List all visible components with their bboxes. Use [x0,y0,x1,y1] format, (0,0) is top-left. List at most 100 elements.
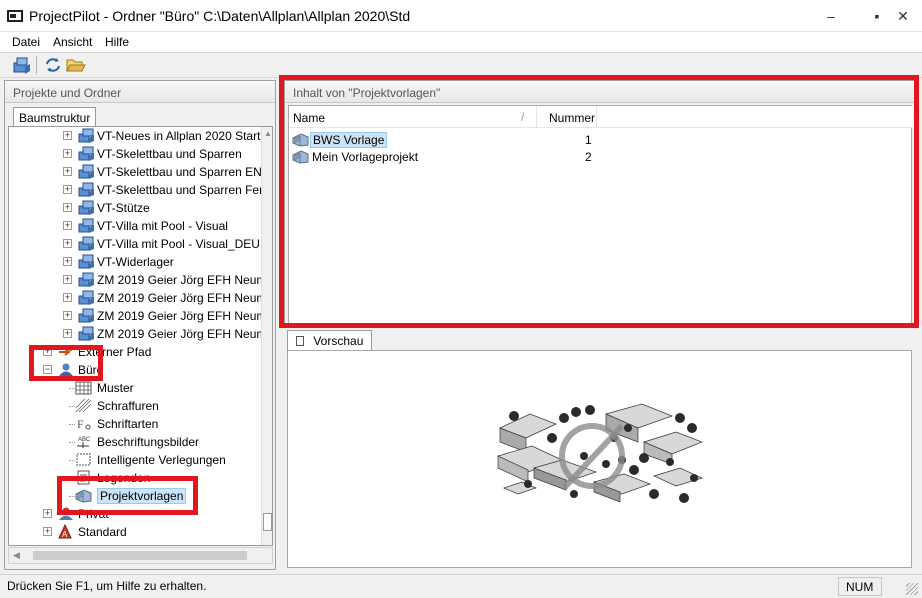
refresh-icon [46,58,60,72]
menu-hilfe[interactable]: Hilfe [105,35,129,49]
tree-item-label: VT-Widerlager [97,255,174,269]
tree-item[interactable]: + ZM 2019 Geier Jörg EFH Neum [9,307,266,325]
tree-item[interactable]: + VT-Widerlager [9,253,259,271]
window-title: ProjectPilot - Ordner "Büro" C:\Daten\Al… [29,8,411,24]
open-folder-button[interactable] [64,55,86,75]
preview-panel: Vorschau [284,329,916,570]
project-icon [13,57,30,74]
menu-ansicht[interactable]: Ansicht [53,35,92,49]
num-lock-indicator: NUM [838,577,882,596]
tree-item[interactable]: Schraffuren [9,397,259,415]
resize-grip-icon[interactable] [906,583,918,595]
project-icon [78,146,94,161]
project-icon [78,254,94,269]
horizontal-scroll-thumb[interactable] [33,551,247,560]
tree-item-label: Intelligente Verlegungen [97,453,226,467]
highlight-projektvorlagen [57,476,198,515]
project-icon [78,308,94,323]
tree-item-label: VT-Stütze [97,201,150,215]
tree-item-label: Schraffuren [97,399,159,413]
project-icon [78,164,94,179]
tree-item-label: Standard [78,525,127,539]
expand-icon[interactable]: + [63,329,72,338]
project-icon [78,182,94,197]
tree-item[interactable]: + VT-Stütze [9,199,259,217]
tree-item-label: VT-Villa mit Pool - Visual_DEU [97,237,260,251]
tab-vorschau[interactable]: Vorschau [287,330,373,351]
label-picture-icon: ABC [77,437,91,448]
pattern-icon [75,381,92,395]
tree-item-label: VT-Skelettbau und Sparren [97,147,242,161]
app-icon [7,10,23,22]
svg-text:F: F [77,417,84,431]
tree-item-label: ZM 2019 Geier Jörg EFH Neum [97,273,267,287]
tree-item-label: VT-Skelettbau und Sparren EN [97,165,262,179]
tree-item-label: ZM 2019 Geier Jörg EFH Neum [97,327,267,341]
maximize-button[interactable]: ▪ [866,6,888,26]
page-icon [296,336,304,346]
close-button[interactable]: ✕ [892,6,914,26]
expand-icon[interactable]: + [63,203,72,212]
project-icon [78,290,94,305]
tree-horizontal-scrollbar[interactable]: ◀ [8,547,273,564]
tree-item[interactable]: + A Standard [9,523,259,541]
smart-layout-icon [76,453,91,466]
expand-icon[interactable]: + [63,275,72,284]
tab-baumstruktur[interactable]: Baumstruktur [13,107,97,127]
project-icon [78,272,94,287]
tree-item[interactable]: + VT-Villa mit Pool - Visual_DEU [9,235,260,253]
standard-icon: A [58,524,72,539]
tree-item-label: ZM 2019 Geier Jörg EFH Neum [97,309,267,323]
scroll-left-arrow[interactable]: ◀ [13,550,20,561]
tree-item[interactable]: + ZM 2019 Geier Jörg EFH Neum [9,271,266,289]
expand-icon[interactable]: + [63,311,72,320]
tree-item[interactable]: F Schriftarten [9,415,259,433]
scroll-up-arrow[interactable]: ▲ [264,129,272,138]
tree-item[interactable]: + VT-Skelettbau und Sparren EN [9,163,262,181]
expand-icon[interactable]: + [63,257,72,266]
tree-item[interactable]: Muster [9,379,259,397]
tree-item[interactable]: + VT-Villa mit Pool - Visual [9,217,259,235]
tree-item[interactable]: + VT-Neues in Allplan 2020 Start [9,127,261,145]
hatch-icon [75,398,92,413]
expand-icon[interactable]: + [63,293,72,302]
tree-item-label: ZM 2019 Geier Jörg EFH Neum [97,291,267,305]
tree-item-label: VT-Neues in Allplan 2020 Start [97,129,261,143]
tree-item[interactable]: + ZM 2019 Geier Jörg EFH Neum [9,325,266,343]
tree-item-label: VT-Villa mit Pool - Visual [97,219,228,233]
expand-icon[interactable]: + [63,131,72,140]
toolbar-separator [36,56,37,74]
scroll-thumb[interactable] [263,513,272,531]
highlight-buero-folder [29,345,103,381]
tree-item-label: Schriftarten [97,417,159,431]
menu-datei[interactable]: Datei [12,35,40,49]
expand-icon[interactable]: + [43,509,52,518]
tree-item[interactable]: + VT-Skelettbau und Sparren Fer [9,181,263,199]
refresh-button[interactable] [42,55,64,75]
expand-icon[interactable]: + [63,221,72,230]
svg-text:A: A [62,530,68,539]
project-icon [78,236,94,251]
expand-icon[interactable]: + [63,149,72,158]
expand-icon[interactable]: + [63,239,72,248]
expand-icon[interactable]: + [43,527,52,536]
minimize-button[interactable]: – [820,6,842,26]
expand-icon[interactable]: + [63,167,72,176]
expand-icon[interactable]: + [63,185,72,194]
highlight-content-panel [279,75,919,328]
tree-item[interactable]: + VT-Skelettbau und Sparren [9,145,259,163]
tree-vertical-scrollbar[interactable]: ▲ [261,127,272,545]
tree-item[interactable]: ABC Beschriftungsbilder [9,433,259,451]
project-icon [78,326,94,341]
svg-text:ABC: ABC [78,437,91,443]
tree-item[interactable]: Intelligente Verlegungen [9,451,259,469]
status-bar: Drücken Sie F1, um Hilfe zu erhalten. NU… [0,574,922,598]
tree-item[interactable]: + ZM 2019 Geier Jörg EFH Neum [9,289,266,307]
font-icon: F [77,417,91,431]
project-icon [78,200,94,215]
new-project-button[interactable] [10,55,32,75]
panel-header: Projekte und Ordner [5,81,275,103]
title-bar: ProjectPilot - Ordner "Büro" C:\Daten\Al… [0,0,922,32]
preview-area [287,350,912,568]
tree-item-label: Beschriftungsbilder [97,435,200,449]
